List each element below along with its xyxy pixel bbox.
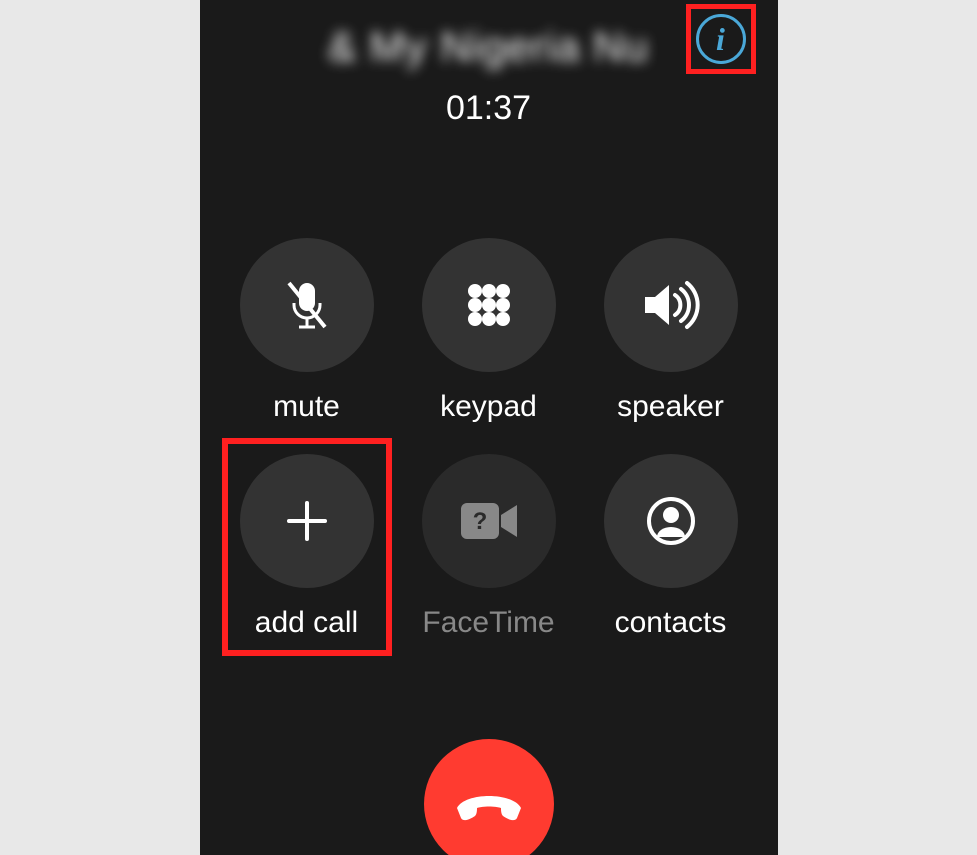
- keypad-label: keypad: [440, 390, 537, 424]
- keypad-icon: [461, 277, 517, 333]
- speaker-button[interactable]: speaker: [604, 238, 738, 424]
- call-timer: 01:37: [220, 89, 758, 128]
- call-screen: i & My Nigeria Nu 01:37 mute: [200, 0, 778, 855]
- mute-label: mute: [273, 390, 340, 424]
- mute-button[interactable]: mute: [240, 238, 374, 424]
- svg-text:?: ?: [472, 508, 487, 535]
- add-call-label: add call: [255, 606, 358, 640]
- speaker-label: speaker: [617, 390, 724, 424]
- plus-icon: [279, 493, 335, 549]
- add-call-button[interactable]: add call: [240, 454, 374, 640]
- keypad-button[interactable]: keypad: [422, 238, 556, 424]
- contacts-label: contacts: [615, 606, 727, 640]
- facetime-button[interactable]: ? FaceTime: [422, 454, 556, 640]
- phone-down-icon: [453, 786, 525, 822]
- facetime-icon: ?: [457, 497, 521, 545]
- contacts-icon: [643, 493, 699, 549]
- end-call-button[interactable]: [424, 739, 554, 855]
- facetime-label: FaceTime: [422, 606, 554, 640]
- add-call-highlight: add call: [222, 438, 392, 656]
- contacts-button[interactable]: contacts: [604, 454, 738, 640]
- speaker-icon: [639, 277, 703, 333]
- caller-name: & My Nigeria Nu: [220, 23, 758, 71]
- call-header: i & My Nigeria Nu 01:37: [200, 0, 778, 128]
- call-controls-grid: mute keypad: [200, 238, 778, 640]
- mute-icon: [279, 277, 335, 333]
